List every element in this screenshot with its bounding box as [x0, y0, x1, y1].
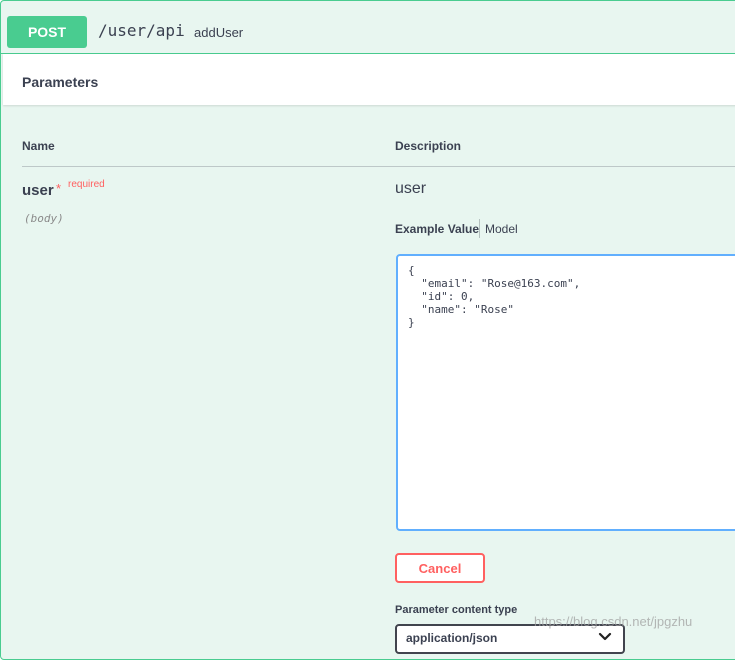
required-star: * — [56, 181, 62, 196]
param-description: user — [395, 180, 427, 197]
cancel-button[interactable]: Cancel — [395, 553, 485, 583]
content-type-selected: application/json — [406, 631, 498, 645]
operation-summary[interactable]: POST /user/api addUser — [1, 1, 735, 54]
content-type-label: Parameter content type — [395, 604, 518, 616]
param-name: user — [22, 182, 54, 199]
required-label: required — [68, 179, 105, 190]
method-badge: POST — [7, 16, 87, 48]
operation-block: POST /user/api addUser Parameters Name D… — [0, 0, 735, 660]
column-header-name: Name — [22, 139, 55, 153]
table-header-divider — [22, 166, 735, 167]
operation-path: /user/api — [98, 21, 185, 40]
tab-example-value[interactable]: Example Value — [395, 222, 479, 236]
tab-model[interactable]: Model — [485, 222, 518, 236]
operation-summary-text: addUser — [194, 25, 244, 40]
parameters-header: Parameters — [3, 54, 735, 105]
parameters-title: Parameters — [22, 74, 99, 90]
watermark-text: https://blog.csdn.net/jpgzhu — [534, 614, 693, 629]
param-location: (body) — [24, 212, 64, 225]
tab-separator — [479, 219, 480, 238]
column-header-description: Description — [395, 139, 462, 153]
body-editor[interactable]: { "email": "Rose@163.com", "id": 0, "nam… — [396, 254, 735, 531]
